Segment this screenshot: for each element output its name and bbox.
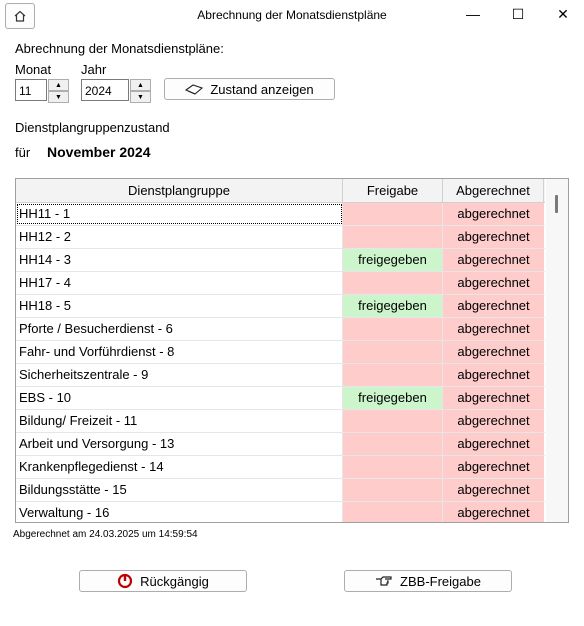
- scrollbar-thumb[interactable]: [555, 195, 558, 213]
- table-row[interactable]: Sicherheitszentrale - 9 abgerechnet: [16, 364, 545, 387]
- cell-release[interactable]: [343, 456, 443, 478]
- show-state-button[interactable]: Zustand anzeigen: [164, 78, 335, 100]
- cell-group[interactable]: EBS - 10: [16, 387, 343, 409]
- book-icon: [185, 84, 204, 95]
- cell-group[interactable]: HH12 - 2: [16, 226, 343, 248]
- cell-release[interactable]: freigegeben: [343, 295, 443, 317]
- month-field[interactable]: 11: [15, 79, 47, 101]
- cell-release[interactable]: freigegeben: [343, 387, 443, 409]
- year-stepper[interactable]: ▲ ▼: [130, 79, 151, 103]
- close-button[interactable]: ✕: [548, 4, 578, 24]
- cell-release[interactable]: freigegeben: [343, 249, 443, 271]
- cell-release[interactable]: [343, 226, 443, 248]
- table-row[interactable]: HH17 - 4 abgerechnet: [16, 272, 545, 295]
- col-header-release[interactable]: Freigabe: [343, 179, 443, 202]
- table-row[interactable]: HH18 - 5 freigegeben abgerechnet: [16, 295, 545, 318]
- year-label: Jahr: [81, 62, 107, 77]
- window-title: Abrechnung der Monatsdienstpläne: [197, 8, 387, 22]
- cell-release[interactable]: [343, 410, 443, 432]
- cell-billed[interactable]: abgerechnet: [443, 387, 544, 409]
- cell-release[interactable]: [343, 272, 443, 294]
- cell-release[interactable]: [343, 203, 443, 225]
- cell-billed[interactable]: abgerechnet: [443, 479, 544, 501]
- undo-button[interactable]: Rückgängig: [79, 570, 247, 592]
- cell-release[interactable]: [343, 502, 443, 522]
- table-row[interactable]: HH11 - 1 abgerechnet: [16, 203, 545, 226]
- table-row[interactable]: Fahr- und Vorführdienst - 8 abgerechnet: [16, 341, 545, 364]
- col-header-billed[interactable]: Abgerechnet: [443, 179, 544, 202]
- table-row[interactable]: HH14 - 3 freigegeben abgerechnet: [16, 249, 545, 272]
- form-heading: Abrechnung der Monatsdienstpläne:: [15, 41, 224, 56]
- for-label: für: [15, 145, 31, 160]
- cell-billed[interactable]: abgerechnet: [443, 433, 544, 455]
- col-header-group[interactable]: Dienstplangruppe: [16, 179, 343, 202]
- cell-group[interactable]: Bildung/ Freizeit - 11: [16, 410, 343, 432]
- cell-group[interactable]: Sicherheitszentrale - 9: [16, 364, 343, 386]
- cell-group[interactable]: Bildungsstätte - 15: [16, 479, 343, 501]
- zbb-release-button[interactable]: ZBB-Freigabe: [344, 570, 512, 592]
- cell-release[interactable]: [343, 433, 443, 455]
- month-stepper[interactable]: ▲ ▼: [48, 79, 69, 103]
- cell-billed[interactable]: abgerechnet: [443, 410, 544, 432]
- cell-billed[interactable]: abgerechnet: [443, 318, 544, 340]
- table-row[interactable]: Pforte / Besucherdienst - 6 abgerechnet: [16, 318, 545, 341]
- table-body: HH11 - 1 abgerechnet HH12 - 2 abgerechnet HH…: [16, 203, 545, 522]
- table-header: Dienstplangruppe Freigabe Abgerechnet: [16, 179, 545, 203]
- cell-billed[interactable]: abgerechnet: [443, 272, 544, 294]
- cell-billed[interactable]: abgerechnet: [443, 364, 544, 386]
- table-row[interactable]: Bildung/ Freizeit - 11 abgerechnet: [16, 410, 545, 433]
- table-row[interactable]: HH12 - 2 abgerechnet: [16, 226, 545, 249]
- cell-release[interactable]: [343, 318, 443, 340]
- undo-icon: [118, 573, 133, 589]
- vertical-scrollbar[interactable]: [546, 179, 568, 522]
- cell-group[interactable]: HH14 - 3: [16, 249, 343, 271]
- cell-group[interactable]: Fahr- und Vorführdienst - 8: [16, 341, 343, 363]
- status-text: Abgerechnet am 24.03.2025 um 14:59:54: [13, 529, 198, 540]
- cell-release[interactable]: [343, 479, 443, 501]
- cell-group[interactable]: Verwaltung - 16: [16, 502, 343, 522]
- table-row[interactable]: EBS - 10 freigegeben abgerechnet: [16, 387, 545, 410]
- cell-billed[interactable]: abgerechnet: [443, 502, 544, 522]
- year-field[interactable]: 2024: [81, 79, 129, 101]
- maximize-button[interactable]: ☐: [503, 4, 533, 24]
- table-row[interactable]: Arbeit und Versorgung - 13 abgerechnet: [16, 433, 545, 456]
- table-row[interactable]: Krankenpflegedienst - 14 abgerechnet: [16, 456, 545, 479]
- cell-group[interactable]: HH17 - 4: [16, 272, 343, 294]
- cell-billed[interactable]: abgerechnet: [443, 203, 544, 225]
- cell-billed[interactable]: abgerechnet: [443, 456, 544, 478]
- cell-billed[interactable]: abgerechnet: [443, 295, 544, 317]
- cell-billed[interactable]: abgerechnet: [443, 249, 544, 271]
- month-label: Monat: [15, 62, 52, 77]
- group-table[interactable]: Dienstplangruppe Freigabe Abgerechnet HH…: [15, 178, 569, 523]
- period-label: November 2024: [47, 144, 151, 160]
- month-up-icon[interactable]: ▲: [48, 79, 69, 91]
- table-row[interactable]: Bildungsstätte - 15 abgerechnet: [16, 479, 545, 502]
- year-up-icon[interactable]: ▲: [130, 79, 151, 91]
- month-down-icon[interactable]: ▼: [48, 91, 69, 103]
- cell-release[interactable]: [343, 364, 443, 386]
- cell-release[interactable]: [343, 341, 443, 363]
- title-bar: Abrechnung der Monatsdienstpläne — ☐ ✕: [0, 0, 584, 30]
- undo-label: Rückgängig: [140, 573, 209, 589]
- cell-group[interactable]: Krankenpflegedienst - 14: [16, 456, 343, 478]
- year-down-icon[interactable]: ▼: [130, 91, 151, 103]
- minimize-button[interactable]: —: [458, 4, 488, 24]
- zbb-release-label: ZBB-Freigabe: [400, 573, 481, 589]
- cell-billed[interactable]: abgerechnet: [443, 341, 544, 363]
- cell-group[interactable]: HH18 - 5: [16, 295, 343, 317]
- cell-group[interactable]: Arbeit und Versorgung - 13: [16, 433, 343, 455]
- cell-group[interactable]: HH11 - 1: [16, 203, 343, 225]
- show-state-label: Zustand anzeigen: [210, 81, 314, 97]
- pointing-hand-icon: [376, 576, 392, 586]
- group-state-label: Dienstplangruppenzustand: [15, 120, 170, 135]
- cell-group[interactable]: Pforte / Besucherdienst - 6: [16, 318, 343, 340]
- table-row[interactable]: Verwaltung - 16 abgerechnet: [16, 502, 545, 522]
- cell-billed[interactable]: abgerechnet: [443, 226, 544, 248]
